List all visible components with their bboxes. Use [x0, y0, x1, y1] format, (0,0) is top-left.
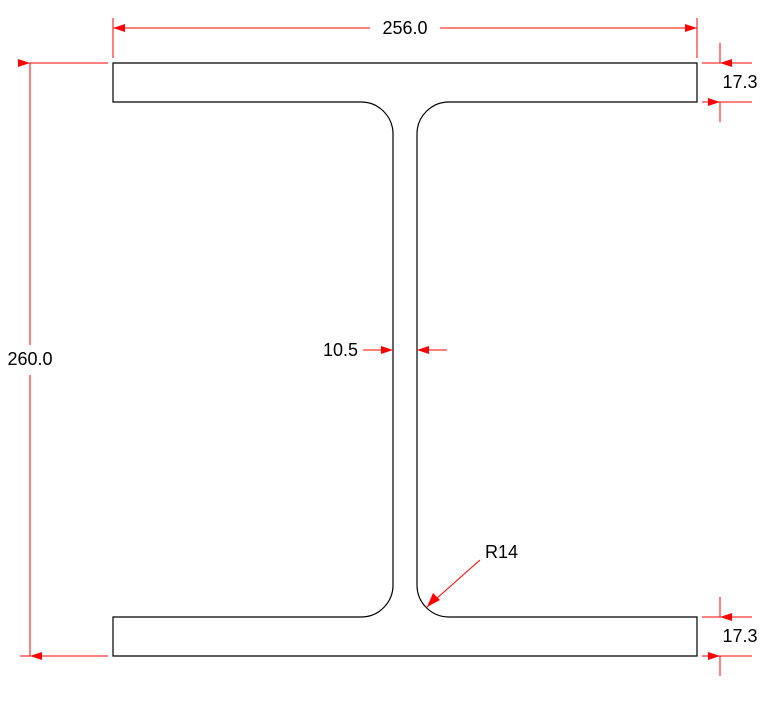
dim-web-label: 10.5: [323, 340, 358, 360]
dim-width: 256.0: [113, 18, 697, 58]
dim-radius-label: R14: [485, 542, 518, 562]
dim-web: 10.5: [323, 340, 447, 360]
dim-height: 260.0: [7, 63, 108, 656]
dim-flange-bottom: 17.3: [702, 597, 758, 676]
dim-width-label: 256.0: [382, 18, 427, 38]
dim-flange-top: 17.3: [702, 43, 758, 122]
beam-outline: [113, 63, 697, 656]
dim-flange-top-label: 17.3: [722, 72, 757, 92]
dim-height-label: 260.0: [7, 349, 52, 369]
dim-radius: R14: [427, 542, 518, 607]
drawing-canvas: 256.0 260.0 17.3 17.3 10.5 R14: [0, 0, 768, 707]
dim-flange-bottom-label: 17.3: [722, 626, 757, 646]
